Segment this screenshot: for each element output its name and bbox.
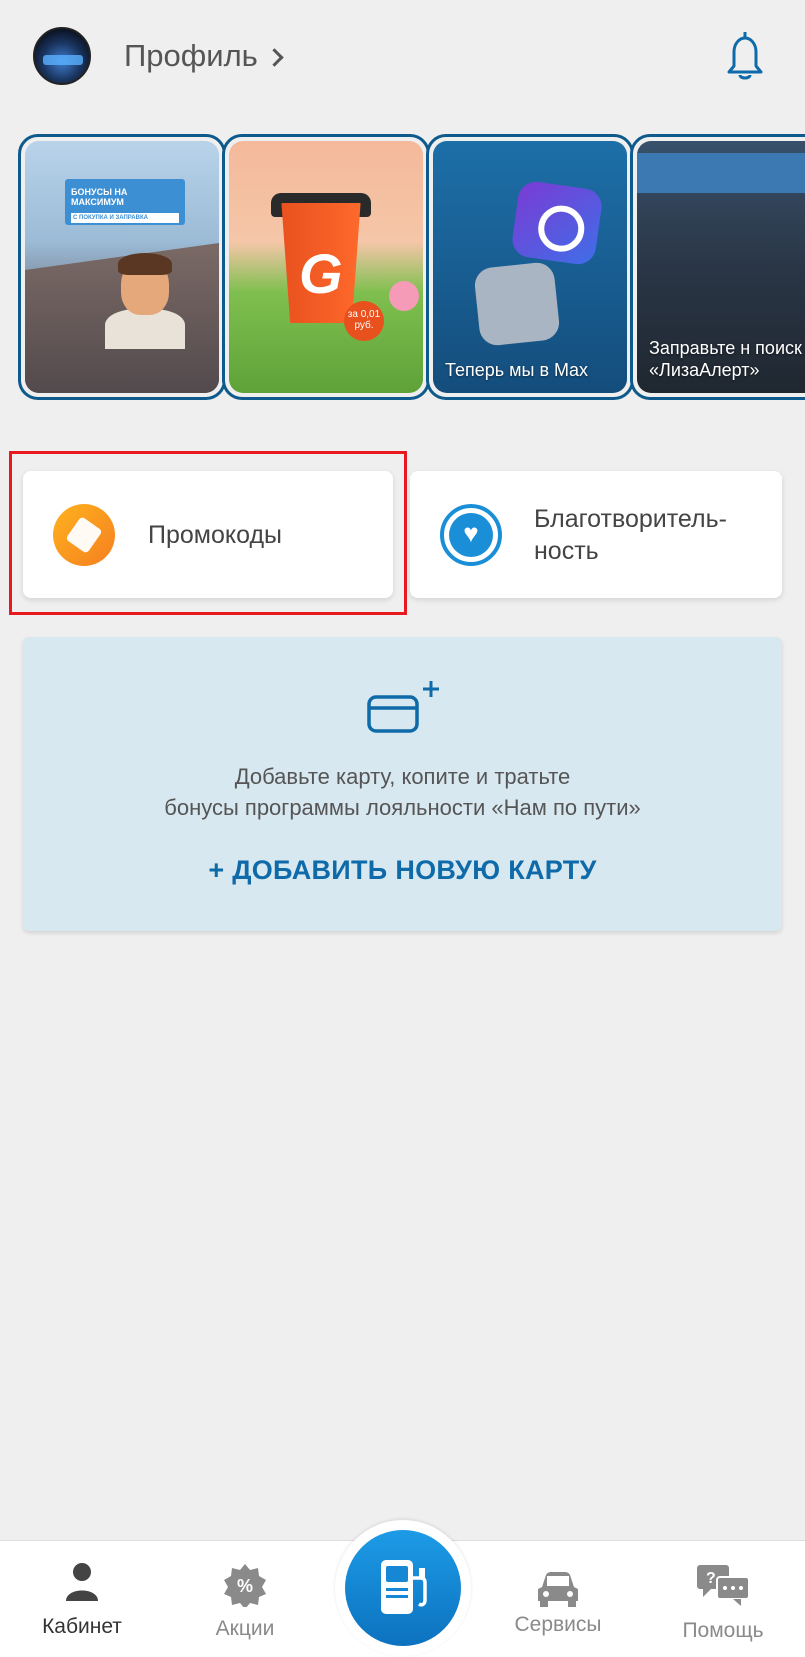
board-title: БОНУСЫ НА МАКСИМУМ xyxy=(71,187,128,207)
story-caption: Теперь мы в Max xyxy=(445,360,589,380)
person-icon xyxy=(66,1563,98,1601)
story-caption: Заправьте н поиск «ЛизаАлерт» xyxy=(649,338,802,380)
nav-services[interactable]: Сервисы xyxy=(478,1541,638,1657)
stories-carousel[interactable]: БОНУСЫ НА МАКСИМУМ С ПОКУПКА И ЗАПРАВКА … xyxy=(18,134,805,402)
story-card-coffee[interactable]: G за 0,01 руб. xyxy=(222,134,430,400)
max-app-icon xyxy=(510,179,604,267)
nav-help[interactable]: ? Помощь xyxy=(643,1541,803,1657)
discount-icon-glyph: % xyxy=(237,1576,253,1596)
tree-illustration xyxy=(389,281,419,311)
fuel-button-circle xyxy=(345,1530,461,1646)
profile-label: Профиль xyxy=(124,38,258,73)
nav-services-label: Сервисы xyxy=(514,1613,602,1636)
add-card-description: Добавьте карту, копите и тратьте бонусы … xyxy=(23,761,782,823)
nav-cabinet-label: Кабинет xyxy=(42,1615,122,1638)
add-card-button[interactable]: + ДОБАВИТЬ НОВУЮ КАРТУ xyxy=(23,855,782,886)
nav-help-label: Помощь xyxy=(682,1619,764,1642)
story-card-liza[interactable]: Заправьте н поиск «ЛизаАлерт» xyxy=(630,134,805,400)
charity-label: Благотворитель- ность xyxy=(534,503,727,567)
fuel-pump-icon xyxy=(381,1560,427,1614)
svg-text:?: ? xyxy=(706,1570,716,1587)
bell-icon[interactable] xyxy=(722,30,768,82)
charity-label-line1: Благотворитель- xyxy=(534,504,727,533)
add-card-panel: Добавьте карту, копите и тратьте бонусы … xyxy=(23,637,782,931)
nav-cabinet[interactable]: Кабинет xyxy=(2,1541,162,1657)
station-roof xyxy=(637,153,805,193)
cup-logo: G xyxy=(299,242,343,305)
price-badge: за 0,01 руб. xyxy=(344,301,384,341)
heart-icon xyxy=(440,503,502,566)
driver-hair xyxy=(118,253,172,275)
add-card-desc-line1: Добавьте карту, копите и тратьте xyxy=(234,764,571,789)
story-card-bonus[interactable]: БОНУСЫ НА МАКСИМУМ С ПОКУПКА И ЗАПРАВКА xyxy=(18,134,226,400)
charity-card[interactable]: Благотворитель- ность xyxy=(410,471,782,598)
avatar[interactable] xyxy=(33,27,91,85)
driver-illustration xyxy=(105,309,185,349)
add-card-desc-line2: бонусы программы лояльности «Нам по пути… xyxy=(164,795,641,820)
chevron-right-icon xyxy=(265,47,284,67)
app-header: Профиль xyxy=(0,0,805,115)
highlight-box xyxy=(9,451,407,615)
profile-link[interactable]: Профиль xyxy=(124,38,284,74)
story-billboard: БОНУСЫ НА МАКСИМУМ С ПОКУПКА И ЗАПРАВКА xyxy=(65,179,185,225)
card-add-icon xyxy=(367,681,439,733)
nav-promotions-label: Акции xyxy=(215,1617,275,1640)
fuel-button[interactable] xyxy=(335,1520,471,1656)
nav-promotions[interactable]: % Акции xyxy=(165,1541,325,1657)
story-card-max[interactable]: Теперь мы в Max xyxy=(426,134,634,400)
charity-label-line2: ность xyxy=(534,536,599,565)
board-subtitle: С ПОКУПКА И ЗАПРАВКА xyxy=(71,213,179,223)
app-icon xyxy=(473,261,561,347)
car-icon xyxy=(538,1572,578,1607)
chat-help-icon: ? xyxy=(697,1565,750,1606)
discount-icon: % xyxy=(224,1564,266,1607)
